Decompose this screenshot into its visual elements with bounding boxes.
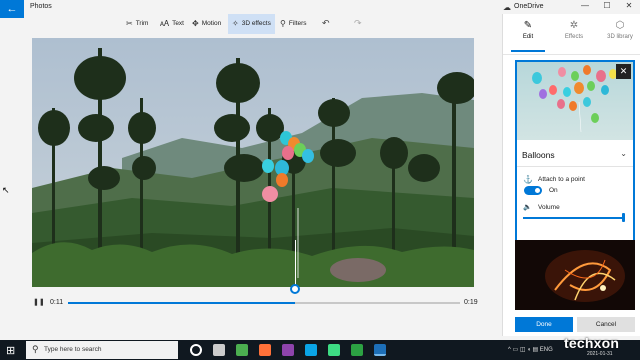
tab-edit[interactable]: ✎ Edit bbox=[505, 20, 551, 40]
volume-slider[interactable] bbox=[523, 217, 623, 219]
tab-3d-library[interactable]: ⬡ 3D library bbox=[597, 20, 640, 40]
cancel-button[interactable]: Cancel bbox=[577, 317, 635, 332]
cube-icon: ⬡ bbox=[615, 20, 625, 31]
motion-button[interactable]: ✥ Motion bbox=[188, 14, 225, 34]
search-icon: ⚲ bbox=[32, 344, 39, 354]
text-label: Text bbox=[172, 20, 184, 27]
taskbar: ⊞ ⚲ Type here to search ^ ▭ ◫ ◖ ▤ ENG bbox=[0, 340, 640, 360]
windows-start-icon[interactable]: ⊞ bbox=[6, 344, 15, 357]
effect-title: Balloons bbox=[522, 150, 555, 160]
timeline-progress bbox=[68, 302, 296, 304]
cloud-icon: ☁ bbox=[503, 3, 511, 12]
toggle-knob bbox=[535, 188, 540, 193]
mouse-cursor-icon: ↖ bbox=[2, 185, 10, 195]
visual-studio-icon[interactable] bbox=[282, 344, 294, 356]
text-icon: 🗚 bbox=[160, 19, 170, 28]
trim-button[interactable]: ✂ Trim bbox=[122, 14, 152, 34]
redo-icon[interactable]: ↷ bbox=[354, 18, 362, 29]
search-box[interactable]: ⚲ Type here to search bbox=[26, 341, 178, 359]
android-studio-icon[interactable] bbox=[328, 344, 340, 356]
sparkle-icon: ✧ bbox=[232, 19, 239, 28]
minimize-button[interactable]: — bbox=[576, 1, 594, 10]
chevron-down-icon[interactable]: ⌄ bbox=[620, 149, 627, 158]
photos-icon[interactable] bbox=[374, 344, 386, 356]
maximize-button[interactable]: ☐ bbox=[598, 1, 616, 10]
close-icon: ✕ bbox=[619, 66, 628, 76]
forest-scene bbox=[32, 38, 474, 287]
filters-button[interactable]: ⚲ Filters bbox=[276, 14, 311, 34]
azure-data-studio-icon[interactable] bbox=[305, 344, 317, 356]
system-tray[interactable]: ^ ▭ ◫ ◖ ▤ ENG bbox=[508, 346, 553, 353]
photos-window: ← Photos ☁ OneDrive — ☐ ✕ ✂ Trim 🗚 Text … bbox=[0, 0, 640, 360]
trim-icon: ✂ bbox=[126, 19, 133, 28]
motion-label: Motion bbox=[201, 20, 222, 27]
tab-effects[interactable]: ✲ Effects bbox=[551, 20, 597, 40]
xbox-icon[interactable] bbox=[351, 344, 363, 356]
firefox-icon[interactable] bbox=[259, 344, 271, 356]
timeline-thumb[interactable] bbox=[290, 284, 301, 294]
task-view-icon[interactable] bbox=[213, 344, 225, 356]
tab-effects-label: Effects bbox=[564, 34, 584, 40]
pencil-icon: ✎ bbox=[523, 20, 533, 31]
tab-3d-library-label: 3D library bbox=[607, 34, 633, 40]
active-tab-indicator bbox=[511, 50, 545, 52]
3d-effects-label: 3D effects bbox=[241, 20, 271, 27]
divider bbox=[503, 54, 640, 55]
onedrive-label[interactable]: OneDrive bbox=[514, 3, 544, 10]
speaker-icon: 🔈 bbox=[523, 204, 532, 211]
search-placeholder: Type here to search bbox=[44, 346, 102, 353]
timeline-track[interactable] bbox=[68, 302, 460, 304]
volume-slider-thumb[interactable] bbox=[622, 213, 625, 222]
tab-edit-label: Edit bbox=[522, 34, 534, 40]
done-button[interactable]: Done bbox=[515, 317, 573, 332]
filter-icon: ⚲ bbox=[280, 19, 286, 28]
3d-effects-button[interactable]: ✧ 3D effects bbox=[228, 14, 275, 34]
back-button[interactable]: ← bbox=[0, 0, 24, 18]
toggle-state-label: On bbox=[549, 187, 558, 194]
app-title: Photos bbox=[30, 3, 52, 10]
watermark-brand: techxon bbox=[564, 335, 620, 351]
close-effect-button[interactable]: ✕ bbox=[616, 64, 631, 79]
watermark-date: 2021-01-31 bbox=[587, 351, 613, 357]
cortana-icon[interactable] bbox=[190, 344, 202, 356]
chrome-icon[interactable] bbox=[236, 344, 248, 356]
effects-icon: ✲ bbox=[569, 20, 579, 31]
video-preview[interactable] bbox=[32, 38, 474, 287]
current-time: 0:11 bbox=[50, 299, 64, 306]
volume-label: Volume bbox=[538, 204, 560, 211]
editor-toolbar: ✂ Trim 🗚 Text ✥ Motion ✧ 3D effects ⚲ Fi… bbox=[30, 14, 500, 34]
close-button[interactable]: ✕ bbox=[620, 1, 638, 10]
filters-label: Filters bbox=[288, 20, 307, 27]
undo-icon[interactable]: ↶ bbox=[322, 18, 330, 29]
divider bbox=[517, 166, 633, 167]
attach-toggle[interactable] bbox=[524, 186, 542, 195]
pause-icon[interactable]: ❚❚ bbox=[33, 298, 45, 306]
anchor-icon: ⚓ bbox=[523, 175, 533, 184]
attach-point-line bbox=[295, 240, 297, 285]
effect-card: ✕ Balloons ⌄ ⚓ Attach to a point On 🔈 Vo… bbox=[515, 60, 635, 243]
sparkler-effect-thumbnail[interactable] bbox=[515, 240, 635, 310]
attach-to-point-label: Attach to a point bbox=[538, 176, 585, 183]
back-arrow-icon: ← bbox=[6, 3, 18, 15]
effects-panel: ✎ Edit ✲ Effects ⬡ 3D library ✕ Balloons… bbox=[502, 14, 640, 336]
duration: 0:19 bbox=[464, 299, 478, 306]
trim-label: Trim bbox=[135, 20, 149, 27]
motion-icon: ✥ bbox=[192, 19, 199, 28]
text-button[interactable]: 🗚 Text bbox=[156, 14, 188, 34]
